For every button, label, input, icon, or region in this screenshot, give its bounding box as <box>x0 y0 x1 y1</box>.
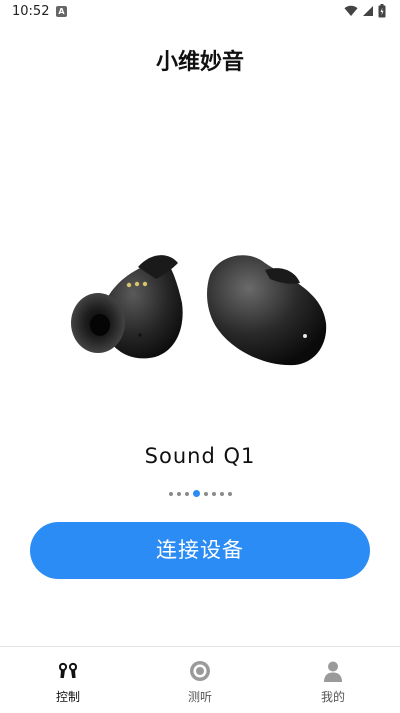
bottom-nav: 控制 测听 我的 <box>0 646 400 713</box>
pager-dot[interactable] <box>227 491 232 496</box>
hearing-test-icon <box>190 661 210 681</box>
earbuds-product-image[interactable] <box>60 245 340 380</box>
product-name: Sound Q1 <box>144 444 256 468</box>
pager-dot[interactable] <box>176 491 181 496</box>
nav-item-control[interactable]: 控制 <box>18 647 118 713</box>
status-icons <box>344 4 386 18</box>
pager-dot[interactable] <box>203 491 208 496</box>
nav-label-control: 控制 <box>55 690 80 704</box>
earbuds-icon <box>58 662 78 678</box>
pager-dot[interactable] <box>211 491 216 496</box>
status-time: 10:52 <box>12 4 50 19</box>
wifi-icon <box>344 5 358 17</box>
connect-device-button[interactable]: 连接设备 <box>30 522 370 579</box>
profile-icon <box>324 661 342 682</box>
nav-item-profile[interactable]: 我的 <box>283 647 383 713</box>
pager-dot[interactable] <box>184 491 189 496</box>
battery-icon <box>378 4 386 18</box>
pager-dot-active[interactable] <box>192 490 200 497</box>
carousel-pager[interactable] <box>0 490 400 497</box>
nav-item-hearing-test[interactable]: 测听 <box>150 647 250 713</box>
page-title: 小维妙音 <box>155 50 244 75</box>
nav-label-profile: 我的 <box>320 690 345 704</box>
status-bar: 10:52 A <box>0 0 400 24</box>
pager-dot[interactable] <box>168 491 173 496</box>
pager-dot[interactable] <box>219 491 224 496</box>
notification-app-icon: A <box>56 6 67 17</box>
signal-icon <box>363 6 373 16</box>
nav-label-hearing-test: 测听 <box>187 690 212 704</box>
